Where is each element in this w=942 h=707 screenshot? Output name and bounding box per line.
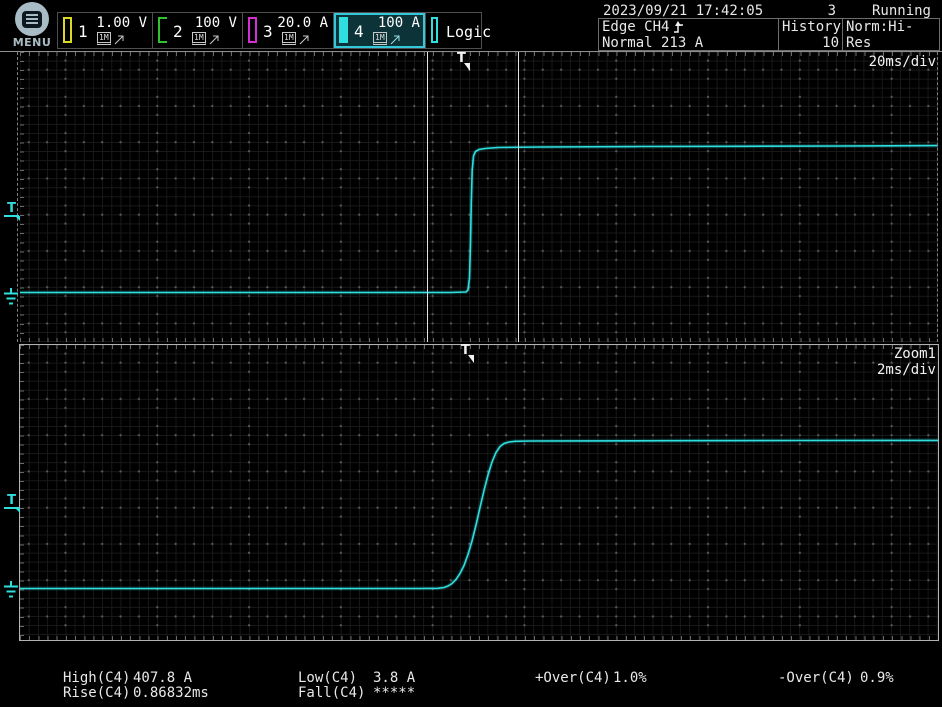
measurement-row: High(C4) 407.8 A [63, 671, 209, 686]
impedance-icon: 1M [373, 32, 387, 45]
logic-indicator-icon [431, 17, 438, 43]
channel-scale-value: 20.0 A [277, 15, 328, 31]
zoom1-title: Zoom1 [894, 346, 936, 362]
trigger-position-marker-zoom1[interactable]: T [461, 344, 477, 360]
channel-number: 1 [78, 22, 88, 41]
measurement-label: Fall(C4) [298, 686, 350, 701]
measurement-value: 1.0% [613, 671, 647, 686]
channel-2-coupling-icon [158, 17, 167, 43]
channel-3-button[interactable]: 3 20.0 A 1M [243, 13, 334, 48]
measurement-block-3: +Over(C4) 1.0% [535, 671, 647, 686]
measurement-row: Fall(C4) ***** [298, 686, 415, 701]
logic-label: Logic [446, 23, 491, 41]
trigger-settings[interactable]: Edge CH4 Normal 213 A [599, 19, 779, 50]
channel-1-coupling-icon [63, 17, 72, 43]
measurement-label: Rise(C4) [63, 686, 133, 701]
acquisition-cell[interactable]: Norm:Hi-Res 12.5MS/s [843, 19, 939, 50]
rising-edge-icon [673, 21, 685, 34]
channel-4-button[interactable]: 4 100 A 1M [334, 13, 426, 48]
trigger-level-marker-main[interactable]: T [4, 202, 19, 217]
channel-4-coupling-icon [339, 17, 348, 43]
channel-scale-value: 100 A [378, 15, 420, 31]
channel-number: 3 [263, 22, 273, 41]
channel-number: 4 [354, 22, 364, 41]
measurement-row: Rise(C4) 0.86832ms [63, 686, 209, 701]
measurement-value: 0.9% [860, 671, 894, 686]
probe-icon [209, 35, 220, 45]
waveform-ch4-main [20, 52, 938, 342]
measurement-block-2: Low(C4) 3.8 A Fall(C4) ***** [298, 671, 415, 701]
history-cell[interactable]: History 10 [779, 19, 843, 50]
channel-bar: 1 1.00 V 1M 2 100 V 1M 3 20.0 A 1M [57, 12, 482, 49]
datetime: 2023/09/21 17:42:05 [603, 3, 763, 19]
probe-icon [114, 35, 125, 45]
impedance-icon: 1M [282, 32, 296, 45]
history-label: History [782, 19, 839, 35]
menu-icon [15, 2, 49, 36]
probe-icon [299, 35, 310, 45]
measurement-block-4: -Over(C4) 0.9% [778, 671, 894, 686]
probe-icon [390, 35, 401, 45]
impedance-icon: 1M [97, 32, 111, 45]
oscilloscope-screen: MENU 1 1.00 V 1M 2 100 V 1M 3 20.0 A [0, 0, 942, 707]
zoom-box-left-cursor[interactable] [427, 52, 428, 342]
ground-level-icon-zoom1[interactable] [3, 581, 19, 601]
measurement-value: ***** [373, 686, 415, 701]
run-state: Running [872, 3, 931, 19]
measurement-label: +Over(C4) [535, 671, 605, 686]
trigger-setting: Normal 213 A [602, 35, 703, 51]
channel-number: 2 [173, 22, 183, 41]
acquisition-count: 3 [814, 3, 836, 19]
channel-scale-value: 1.00 V [96, 15, 147, 31]
measurement-block-1: High(C4) 407.8 A Rise(C4) 0.86832ms [63, 671, 209, 701]
measurement-value: 407.8 A [133, 671, 192, 686]
trigger-level-marker-zoom1[interactable]: T [4, 494, 19, 509]
measurement-row: +Over(C4) 1.0% [535, 671, 647, 686]
zoom-box-right-cursor[interactable] [518, 52, 519, 342]
logic-button[interactable]: Logic [426, 13, 481, 48]
measurement-label: High(C4) [63, 671, 133, 686]
zoom1-waveform-window [19, 344, 939, 641]
trigger-mode: Edge CH4 [602, 19, 669, 35]
waveform-ch4-zoom1 [20, 345, 938, 640]
main-waveform-window [20, 52, 938, 342]
main-timebase-label: 20ms/div [869, 54, 936, 70]
acquisition-mode: Norm:Hi-Res [846, 19, 936, 51]
measurement-label: Low(C4) [298, 671, 350, 686]
history-value: 10 [782, 35, 839, 51]
measurement-value: 0.86832ms [133, 686, 209, 701]
measurement-row: -Over(C4) 0.9% [778, 671, 894, 686]
main-right-edge [937, 52, 938, 342]
menu-label: MENU [9, 36, 55, 49]
zoom1-timebase-label: 2ms/div [877, 362, 936, 378]
measurement-label: -Over(C4) [778, 671, 848, 686]
impedance-icon: 1M [192, 32, 206, 45]
measurement-row: Low(C4) 3.8 A [298, 671, 415, 686]
channel-1-button[interactable]: 1 1.00 V 1M [58, 13, 153, 48]
measurement-value: 3.8 A [373, 671, 415, 686]
trigger-status-box: Edge CH4 Normal 213 A History 10 Norm:Hi… [598, 18, 940, 51]
channel-scale-value: 100 V [195, 15, 237, 31]
menu-button[interactable]: MENU [9, 2, 55, 49]
channel-3-coupling-icon [248, 17, 257, 43]
channel-2-button[interactable]: 2 100 V 1M [153, 13, 243, 48]
trigger-position-marker-main[interactable]: T [457, 52, 473, 68]
ground-level-icon-main[interactable] [3, 288, 19, 308]
